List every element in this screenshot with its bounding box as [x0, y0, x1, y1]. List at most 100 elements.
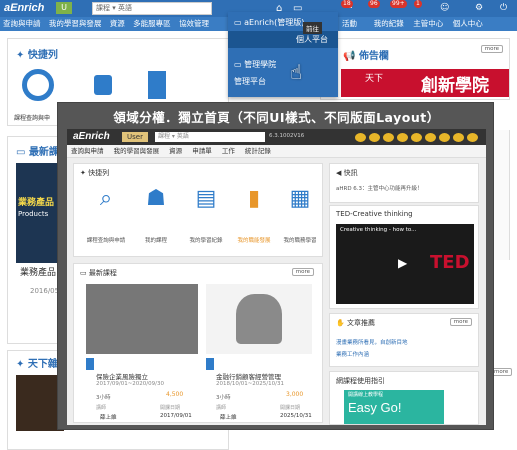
teacher-name: 薛上維 — [220, 415, 237, 421]
preview-nav: 查詢與申請 我的學習與發展 資源 申請單 工作 統計記錄 — [67, 145, 486, 158]
nav-right: 活動 我的紀錄 主管中心 個人中心 — [342, 17, 483, 31]
nav-item[interactable]: 個人中心 — [453, 19, 483, 28]
preview-user[interactable]: User — [122, 132, 148, 142]
course-hours: 3小時 — [96, 395, 111, 401]
nav-item[interactable]: 查詢與申請 — [3, 19, 41, 28]
article-title: ✋ 文章推薦 — [336, 319, 375, 327]
nav-item[interactable]: 主管中心 — [413, 19, 443, 28]
nav-item[interactable]: 多能服專區 — [133, 19, 171, 28]
document-icon[interactable] — [148, 71, 166, 99]
more-button[interactable]: more — [480, 45, 503, 53]
search-icon[interactable] — [22, 69, 54, 101]
quick-label[interactable]: 我的課程 — [130, 236, 182, 244]
dropdown-item-academy[interactable]: ▭ 管理學院 — [228, 56, 338, 73]
question-icon[interactable] — [453, 133, 464, 142]
teacher-label: 講師 — [216, 405, 227, 411]
preview-search-input[interactable]: 課程 ▾ 英語 — [155, 132, 265, 142]
nav-item[interactable]: 資源 — [110, 19, 125, 28]
search-icon[interactable]: ⌕ — [86, 186, 126, 211]
banner-sub: 天下 — [365, 74, 384, 84]
nav-item[interactable]: 統計記錄 — [245, 147, 271, 155]
figures-image — [236, 294, 282, 344]
nav-item[interactable]: 工作 — [222, 147, 235, 155]
monitor-icon: ▭ — [234, 18, 242, 27]
nav-item[interactable]: 協效管理 — [179, 19, 209, 28]
course-hours: 3小時 — [216, 395, 231, 401]
course-image[interactable] — [206, 284, 312, 354]
nav-item[interactable]: 查詢與申請 — [71, 147, 104, 155]
article-link[interactable]: 業務工作內涵 — [336, 350, 369, 358]
notification-badge: 1 — [414, 0, 422, 8]
notification-badge: 18 — [341, 0, 353, 8]
right-edge — [494, 130, 510, 260]
article-link[interactable]: 漫畫業務所看見，自創新目地 — [336, 338, 408, 346]
nav-item[interactable]: 我的紀錄 — [374, 19, 404, 28]
course-title[interactable]: 業務產品 — [20, 265, 56, 278]
search-input[interactable]: 課程 ▾ 英語 — [92, 2, 212, 15]
course-title[interactable]: 金融行銷顧客經營管理 — [216, 371, 281, 381]
document-icon[interactable]: ▤ — [186, 186, 226, 211]
notice-title: ◀ 快訊 — [336, 169, 358, 177]
quick-title: ✦ 快捷列 — [80, 169, 110, 177]
course-title[interactable]: 保險企業風險獨立 — [96, 371, 148, 381]
home-icon[interactable] — [355, 133, 366, 142]
chart-icon[interactable]: ▮ — [234, 186, 274, 211]
course-banner-sub: Products — [18, 210, 49, 218]
course-date: 2018/10/01~2025/10/31 — [216, 381, 285, 387]
monitor-icon: ▭ — [80, 269, 87, 277]
nav-item[interactable]: 我的學習與發展 — [49, 19, 102, 28]
power-icon[interactable]: ⏻ — [500, 3, 507, 13]
pin-icon: ✦ — [80, 169, 86, 177]
preview-tips-card: 網課程使用指引 開講線上教學程 Easy Go! — [329, 371, 479, 425]
dropdown-item-admin[interactable]: 管理平台 — [228, 73, 338, 90]
settings-icon[interactable]: ⚙ — [475, 3, 483, 13]
tips-title: 網課程使用指引 — [336, 377, 385, 385]
pin-icon: ✦ — [16, 359, 25, 370]
preview-quick-card: ✦ 快捷列 ⌕ ☗ ▤ ▮ ▦ 課程查詢與申請 我的課程 我的學習紀錄 我的職能… — [73, 163, 323, 257]
more-button[interactable]: more — [291, 268, 314, 276]
quick-label[interactable]: 課程查詢與申請 — [80, 236, 132, 244]
nav-item[interactable]: 活動 — [342, 19, 357, 28]
nav-item[interactable]: 我的學習與發展 — [114, 147, 160, 155]
user-icon[interactable] — [425, 133, 436, 142]
quick-label[interactable]: 我的職能發展 — [228, 236, 280, 244]
quick-label[interactable]: 課程查詢與申 — [14, 113, 50, 122]
monitor-icon: ▭ — [234, 60, 242, 69]
notice-text[interactable]: aHRD 6.3：主管中心功能再升級！ — [336, 184, 423, 192]
banner-text: 創新學院 — [421, 76, 489, 96]
user-icon[interactable]: ☺ — [440, 3, 449, 13]
megaphone-icon: ◀ — [336, 169, 342, 177]
course-points: 3,000 — [286, 391, 304, 398]
start-label: 開課日期 — [160, 405, 181, 411]
quick-bar-title: ✦ 快捷列 — [16, 50, 58, 61]
chat-icon[interactable] — [383, 133, 394, 142]
course-image[interactable] — [86, 284, 198, 354]
preview-version: 6.3.1002V16 — [269, 133, 305, 139]
quick-label[interactable]: 我的職務學習 — [274, 236, 326, 244]
notification-badge: 96 — [368, 0, 380, 8]
cursor-hand-icon: ☝ — [290, 60, 303, 84]
more-button[interactable]: more — [449, 318, 472, 326]
start-label: 開課日期 — [280, 405, 301, 411]
app-logo[interactable]: aEnrich — [4, 2, 44, 14]
monitor-icon[interactable] — [369, 133, 380, 142]
sitemap-icon[interactable]: ▦ — [280, 186, 320, 211]
latest-title: ▭ 最新課程 — [80, 269, 117, 277]
user-badge[interactable]: U — [56, 2, 72, 14]
user-icon[interactable]: ☗ — [136, 186, 176, 211]
pin-icon: ✦ — [16, 50, 25, 61]
user-icon[interactable] — [94, 75, 112, 95]
tooltip: 前往 — [303, 22, 322, 34]
bell-icon[interactable] — [411, 133, 422, 142]
nav-item[interactable]: 資源 — [169, 147, 182, 155]
news-title: ✦ 天下雜 — [16, 359, 58, 370]
preview-ted-card: TED-Creative thinking Creative thinking … — [329, 205, 479, 309]
power-icon[interactable] — [467, 133, 478, 142]
preview-logo[interactable]: aEnrich — [73, 131, 110, 142]
mail-icon[interactable] — [397, 133, 408, 142]
nav-item[interactable]: 申請單 — [192, 147, 212, 155]
play-icon[interactable]: ▶ — [398, 256, 407, 270]
quick-label[interactable]: 我的學習紀錄 — [180, 236, 232, 244]
settings-icon[interactable] — [439, 133, 450, 142]
teacher-name: 薛上維 — [100, 415, 117, 421]
